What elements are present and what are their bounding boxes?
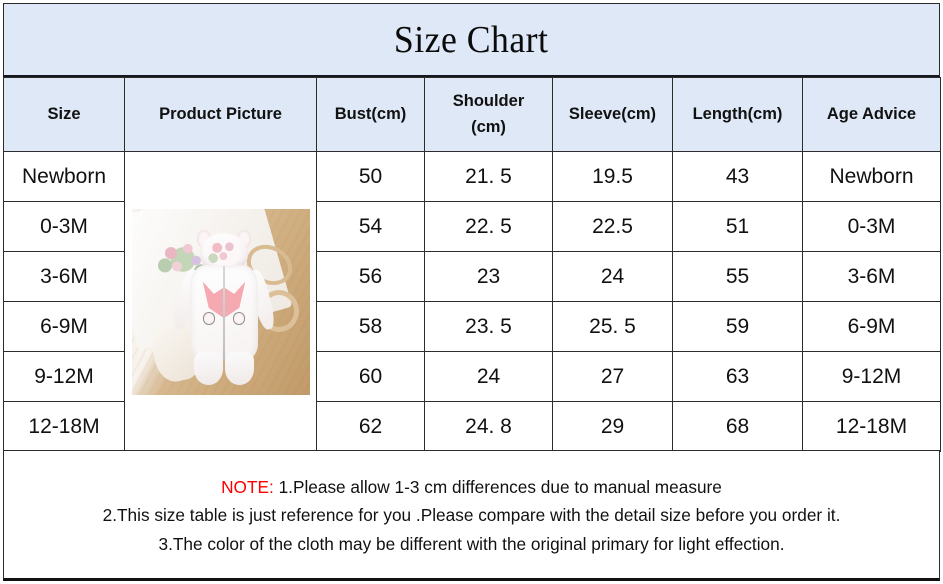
cell-shoulder: 23 — [424, 251, 553, 302]
cell-length: 63 — [672, 351, 803, 402]
column-header-shoulder-line2: (cm) — [471, 117, 506, 136]
header-row: Size Product Picture Bust(cm) Shoulder (… — [3, 77, 941, 152]
cell-age-advice: 6-9M — [802, 301, 941, 352]
cell-shoulder: 24 — [424, 351, 553, 402]
romper-zipper — [223, 266, 226, 361]
romper-leg-left — [193, 351, 224, 386]
note-line-3: 3.The color of the cloth may be differen… — [158, 533, 785, 554]
column-header-shoulder-line1: Shoulder — [452, 91, 525, 110]
cell-sleeve: 19.5 — [552, 151, 673, 202]
cell-sleeve: 25. 5 — [552, 301, 673, 352]
cell-sleeve: 24 — [552, 251, 673, 302]
page-title: Size Chart — [394, 18, 549, 61]
table-body: Newborn 50 21. 5 19.5 43 Newborn 0-3M 54… — [3, 151, 941, 452]
cell-size: 12-18M — [3, 401, 125, 452]
cell-shoulder: 23. 5 — [424, 301, 553, 352]
cell-bust: 58 — [316, 301, 425, 352]
size-table: Size Product Picture Bust(cm) Shoulder (… — [3, 77, 941, 452]
column-header-size: Size — [3, 77, 125, 152]
cell-size: 6-9M — [3, 301, 125, 352]
romper-fox-eye-left — [202, 311, 216, 325]
cell-length: 68 — [672, 401, 803, 452]
cell-age-advice: Newborn — [802, 151, 941, 202]
cell-size: Newborn — [3, 151, 125, 202]
note-line-2: 2.This size table is just reference for … — [102, 505, 841, 526]
cell-length: 55 — [672, 251, 803, 302]
size-chart-root: Size Chart Size Product Picture Bust(cm)… — [0, 0, 943, 584]
column-header-sleeve: Sleeve(cm) — [552, 77, 673, 152]
cell-shoulder: 24. 8 — [424, 401, 553, 452]
table-header: Size Product Picture Bust(cm) Shoulder (… — [3, 77, 941, 152]
cell-shoulder: 22. 5 — [424, 201, 553, 252]
cell-size: 0-3M — [3, 201, 125, 252]
cell-sleeve: 29 — [552, 401, 673, 452]
product-picture-cell — [124, 151, 317, 452]
column-header-bust: Bust(cm) — [316, 77, 425, 152]
title-band: Size Chart — [3, 3, 940, 77]
cell-sleeve: 22.5 — [552, 201, 673, 252]
table-row: Newborn 50 21. 5 19.5 43 Newborn — [3, 151, 941, 452]
cell-length: 51 — [672, 201, 803, 252]
cell-bust: 50 — [316, 151, 425, 202]
column-header-shoulder: Shoulder (cm) — [424, 77, 553, 152]
cell-age-advice: 12-18M — [802, 401, 941, 452]
romper-hood-floral-lining — [206, 240, 242, 267]
photo-baby-romper — [171, 229, 278, 386]
cell-age-advice: 9-12M — [802, 351, 941, 402]
cell-age-advice: 0-3M — [802, 201, 941, 252]
note-line-1: NOTE: 1.Please allow 1-3 cm differences … — [11, 473, 932, 501]
cell-bust: 54 — [316, 201, 425, 252]
column-header-age-advice: Age Advice — [802, 77, 941, 152]
cell-bust: 56 — [316, 251, 425, 302]
romper-fox-eye-right — [232, 311, 246, 325]
note-line-1-text: 1.Please allow 1-3 cm differences due to… — [273, 477, 722, 497]
note-label: NOTE: — [221, 477, 274, 497]
cell-age-advice: 3-6M — [802, 251, 941, 302]
cell-sleeve: 27 — [552, 351, 673, 402]
product-photo — [131, 208, 310, 395]
cell-length: 43 — [672, 151, 803, 202]
cell-bust: 62 — [316, 401, 425, 452]
cell-bust: 60 — [316, 351, 425, 402]
cell-size: 9-12M — [3, 351, 125, 402]
cell-shoulder: 21. 5 — [424, 151, 553, 202]
note-block: NOTE: 1.Please allow 1-3 cm differences … — [3, 450, 940, 581]
column-header-product-picture: Product Picture — [124, 77, 317, 152]
cell-length: 59 — [672, 301, 803, 352]
column-header-length: Length(cm) — [672, 77, 803, 152]
cell-size: 3-6M — [3, 251, 125, 302]
romper-leg-right — [224, 351, 255, 386]
